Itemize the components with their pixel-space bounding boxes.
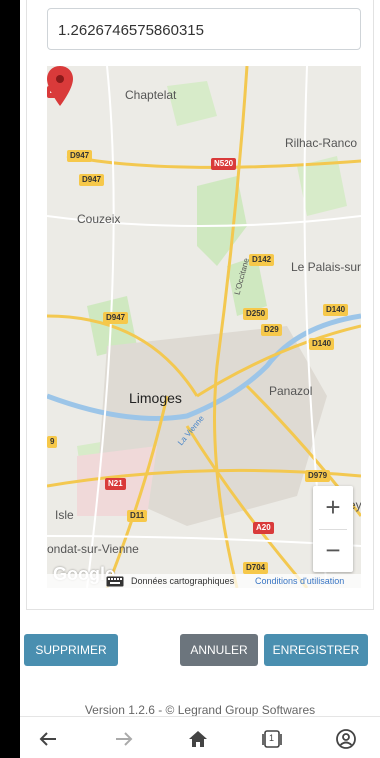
account-icon[interactable] [334,727,358,751]
map-attribution: Données cartographiques Conditions d'uti… [47,574,361,588]
zoom-out-button[interactable]: − [313,529,353,572]
delete-button[interactable]: SUPPRIMER [24,634,118,666]
tab-count: 1 [269,733,275,743]
road-badge: D947 [103,312,129,324]
place-limoges: Limoges [129,390,182,406]
back-icon[interactable] [36,727,60,751]
app-screen: 1.2626746575860315 Chaptelat Rilhac-Ranc… [20,0,380,758]
place-palais: Le Palais-sur [291,260,361,274]
location-pin-icon[interactable] [47,66,73,106]
road-badge: 9 [47,436,58,448]
road-badge: N21 [105,478,126,490]
zoom-controls: + − [313,486,353,572]
road-badge: D29 [261,324,282,336]
terms-link[interactable]: Conditions d'utilisation [255,576,344,586]
road-badge: D142 [249,254,275,266]
road-badge: D979 [305,470,331,482]
road-badge: D704 [243,562,269,574]
place-panazol: Panazol [269,384,313,398]
forward-icon[interactable] [112,727,136,751]
zoom-in-button[interactable]: + [313,486,353,529]
road-badge: D947 [67,150,93,162]
place-couzeix: Couzeix [77,212,121,226]
tabs-icon[interactable]: 1 [260,727,284,751]
road-badge: D11 [127,510,148,522]
version-footer: Version 1.2.6 - © Legrand Group Software… [84,703,316,717]
place-rilhac: Rilhac-Ranco [285,136,358,150]
road-badge: D140 [323,304,349,316]
bottom-navbar: 1 [20,716,380,758]
road-badge: N520 [211,158,237,170]
home-icon[interactable] [186,727,210,751]
place-condat: ondat-sur-Vienne [47,542,139,556]
map-view[interactable]: Chaptelat Rilhac-Ranco Couzeix Le Palais… [47,66,361,588]
map-data-link[interactable]: Données cartographiques [131,576,234,586]
longitude-input[interactable]: 1.2626746575860315 [47,8,361,50]
road-badge: D250 [243,308,269,320]
cancel-button[interactable]: ANNULER [180,634,258,666]
save-button[interactable]: ENREGISTRER [264,634,368,666]
road-badge: A20 [253,522,274,534]
keyboard-icon[interactable] [106,576,124,587]
road-badge: D140 [309,338,335,350]
road-badge: D947 [79,174,105,186]
location-card: 1.2626746575860315 Chaptelat Rilhac-Ranc… [26,0,374,610]
place-chaptelat: Chaptelat [125,88,177,102]
place-isle: Isle [55,508,74,522]
